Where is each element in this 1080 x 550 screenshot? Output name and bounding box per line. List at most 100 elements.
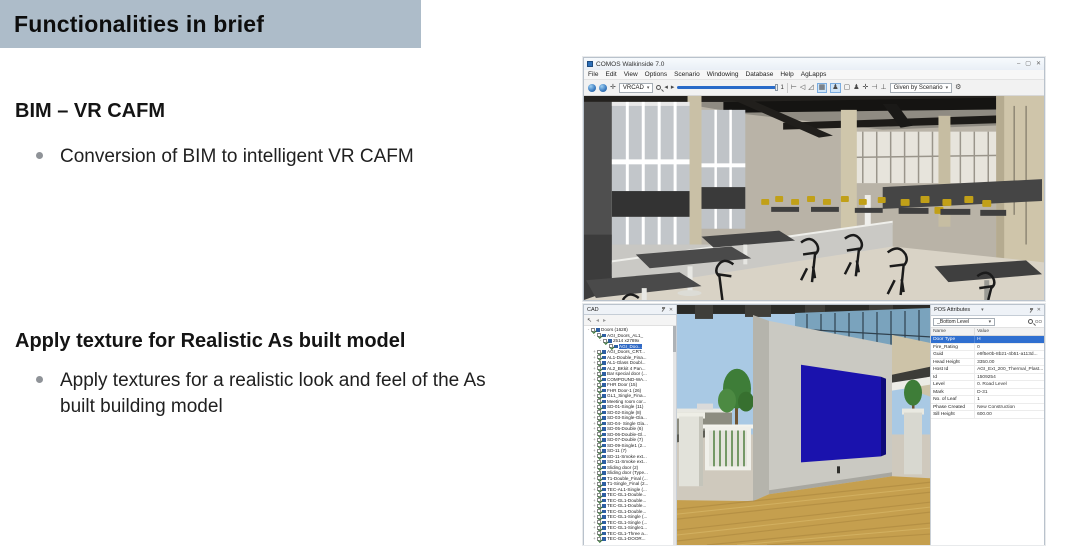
checkbox[interactable] (597, 449, 601, 453)
pin-icon[interactable] (1029, 308, 1034, 313)
checkbox[interactable] (597, 460, 601, 464)
fly-icon[interactable]: ✛ (862, 84, 868, 92)
checkbox[interactable] (597, 383, 601, 387)
viewcube-icon[interactable]: ▢ (844, 84, 851, 92)
menu-item-view[interactable]: View (624, 71, 638, 78)
close-icon[interactable]: ✕ (669, 307, 673, 313)
checkbox[interactable] (597, 421, 601, 425)
attributes-panel-header[interactable]: POS Attributes ▾ ✕ (931, 305, 1044, 316)
menu-item-help[interactable]: Help (780, 71, 793, 78)
checkbox[interactable] (597, 520, 601, 524)
checkbox[interactable] (597, 410, 601, 414)
attribute-row[interactable]: Sill Height600.00 (931, 411, 1044, 419)
checkbox[interactable] (603, 339, 607, 343)
minimize-button[interactable]: – (1017, 61, 1020, 67)
checkbox[interactable] (597, 438, 601, 442)
attribute-row[interactable]: Head Height3350.00 (931, 359, 1044, 367)
avatar-icon[interactable]: ♟ (830, 83, 840, 93)
walk-icon[interactable]: ♟ (853, 84, 859, 92)
checkbox[interactable] (597, 493, 601, 497)
align-icon[interactable]: ⊣ (871, 84, 877, 92)
checkbox[interactable] (597, 372, 601, 376)
gear-icon[interactable]: ⚙ (955, 84, 961, 92)
search-icon[interactable] (1028, 319, 1033, 324)
globe-icon[interactable] (588, 84, 596, 92)
level-select[interactable]: _Bottom Level ▾ (933, 318, 995, 326)
menu-item-database[interactable]: Database (746, 71, 774, 78)
scenario-select[interactable]: Given by Scenario▾ (890, 83, 953, 93)
menu-item-windowing[interactable]: Windowing (707, 71, 739, 78)
checkbox[interactable] (597, 350, 601, 354)
angle-icon[interactable]: ◁ (800, 84, 805, 92)
checkbox[interactable] (609, 344, 613, 348)
checkbox[interactable] (597, 504, 601, 508)
globe-icon[interactable] (599, 84, 607, 92)
menu-item-file[interactable]: File (588, 71, 598, 78)
checkbox[interactable] (597, 537, 601, 541)
pin-icon[interactable] (661, 307, 666, 312)
checkbox[interactable] (597, 454, 601, 458)
chevron-down-icon[interactable]: ▾ (981, 307, 984, 313)
tree-item[interactable]: +TEC-GL1-DOOR... (584, 536, 676, 542)
checkbox[interactable] (597, 361, 601, 365)
menu-item-options[interactable]: Options (645, 71, 667, 78)
checkbox[interactable] (597, 531, 601, 535)
wall-collision-icon[interactable]: ▦ (817, 83, 828, 93)
maximize-button[interactable]: ▢ (1025, 61, 1031, 67)
attribute-row[interactable]: Fire_Rating0 (931, 344, 1044, 352)
speed-slider[interactable] (677, 86, 777, 89)
menu-item-edit[interactable]: Edit (605, 71, 616, 78)
checkbox[interactable] (597, 498, 601, 502)
close-button[interactable]: ✕ (1036, 61, 1041, 67)
checkbox[interactable] (597, 333, 601, 337)
attribute-row[interactable]: Door TypeH (931, 336, 1044, 344)
gravity-icon[interactable]: ⊥ (880, 84, 886, 92)
back-icon[interactable]: ◂ (664, 84, 668, 92)
column-header-value[interactable]: Value (975, 328, 1044, 335)
checkbox[interactable] (597, 394, 601, 398)
attribute-row[interactable]: Level0. Road Level (931, 381, 1044, 389)
cursor-icon[interactable]: ↖ (587, 317, 592, 324)
walkinside-titlebar[interactable]: COMOS Walkinside 7.0 – ▢ ✕ (584, 58, 1044, 70)
menu-item-scenario[interactable]: Scenario (674, 71, 700, 78)
forward-icon[interactable]: ▸ (671, 84, 675, 92)
checkbox[interactable] (597, 388, 601, 392)
checkbox[interactable] (597, 526, 601, 530)
checkbox[interactable] (597, 476, 601, 480)
checkbox[interactable] (597, 427, 601, 431)
texture-3d-viewport[interactable] (677, 305, 930, 545)
checkbox[interactable] (597, 465, 601, 469)
attribute-row[interactable]: MarkD-31 (931, 389, 1044, 397)
attribute-row[interactable]: No. of Leaf1 (931, 396, 1044, 404)
attribute-row[interactable]: Host IdAGI_Ext_200_Thermal_Plast... (931, 366, 1044, 374)
checkbox[interactable] (597, 515, 601, 519)
checkbox[interactable] (591, 328, 595, 332)
back-icon[interactable]: ◂ (596, 317, 599, 324)
checkbox[interactable] (597, 366, 601, 370)
checkbox[interactable] (597, 399, 601, 403)
slider-handle[interactable] (775, 84, 778, 91)
checkbox[interactable] (597, 355, 601, 359)
close-icon[interactable]: ✕ (1037, 307, 1041, 313)
checkbox[interactable] (597, 509, 601, 513)
menu-item-aglapps[interactable]: AgLapps (801, 71, 827, 78)
column-header-name[interactable]: Name (931, 328, 975, 335)
checkbox[interactable] (597, 432, 601, 436)
checkbox[interactable] (597, 416, 601, 420)
slope-icon[interactable]: ◿ (808, 84, 813, 92)
attribute-row[interactable]: Guide9f5e0b-8b21-4b51-a113d... (931, 351, 1044, 359)
checkbox[interactable] (597, 487, 601, 491)
forward-icon[interactable]: ▸ (603, 317, 606, 324)
attribute-row[interactable]: Id1509254 (931, 374, 1044, 382)
checkbox[interactable] (597, 471, 601, 475)
checkbox[interactable] (597, 443, 601, 447)
measure-icon[interactable]: ⊢ (791, 84, 797, 92)
move-icon[interactable]: ✛ (610, 84, 616, 92)
checkbox[interactable] (597, 405, 601, 409)
cad-panel-header[interactable]: CAD ✕ (584, 305, 676, 315)
tree-scrollbar[interactable] (673, 326, 676, 545)
attribute-row[interactable]: Phase CreatedNew Construction (931, 404, 1044, 412)
checkbox[interactable] (597, 482, 601, 486)
zoom-icon[interactable] (656, 85, 661, 90)
go-button[interactable]: GO (1035, 319, 1042, 324)
